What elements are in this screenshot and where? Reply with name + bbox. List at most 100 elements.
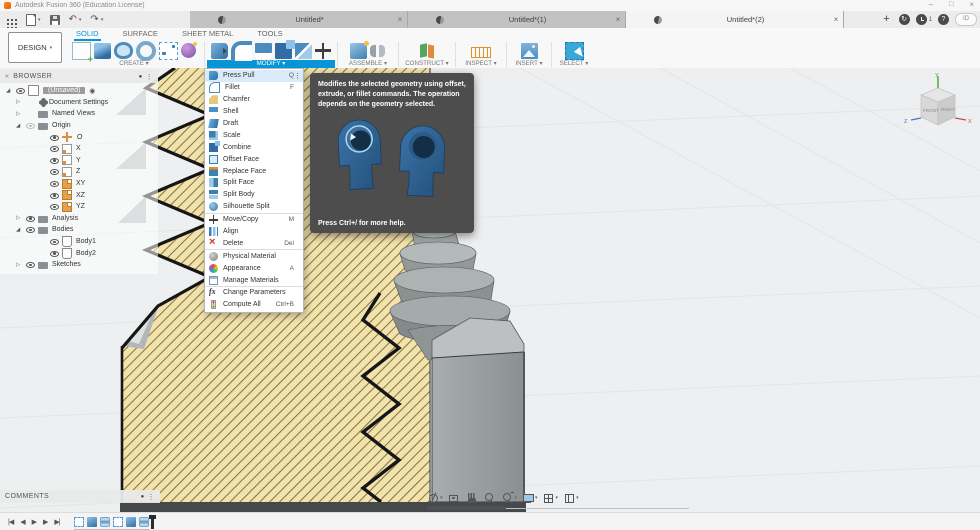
notifications-icon[interactable]	[915, 14, 927, 25]
menu-item[interactable]: Draft	[205, 118, 303, 130]
timeline-playback-button[interactable]: ▶	[43, 518, 48, 526]
timeline-playback-button[interactable]: ▶|	[54, 518, 60, 526]
tree-row[interactable]: Z	[0, 166, 158, 178]
environment-tab[interactable]: SURFACE	[121, 28, 160, 41]
modify-group-label[interactable]: MODIFY ▾	[207, 60, 335, 68]
close-button[interactable]: ×	[969, 0, 974, 11]
collapse-panel-icon[interactable]: «	[5, 73, 9, 80]
document-tab[interactable]: Untitled*(2) ×	[626, 11, 844, 28]
select-icon[interactable]	[564, 41, 584, 60]
save-button[interactable]	[49, 14, 60, 25]
tree-row[interactable]: ▷ Sketches	[0, 259, 158, 271]
panel-more-icon[interactable]: ⋮	[148, 493, 155, 501]
menu-item[interactable]: Physical Material	[205, 250, 303, 262]
design-workspace-button[interactable]: DESIGN ▾	[8, 32, 62, 63]
expander-icon[interactable]: ◢	[16, 123, 25, 129]
document-tab[interactable]: Untitled* ×	[190, 11, 408, 28]
construct-plane-icon[interactable]	[419, 43, 436, 59]
create-sketch-icon[interactable]	[72, 41, 93, 64]
visibility-eye-icon[interactable]	[49, 190, 60, 201]
visibility-eye-icon[interactable]	[25, 224, 36, 235]
timeline-feature-icon[interactable]	[99, 516, 110, 527]
shell-icon[interactable]	[254, 42, 272, 59]
viewcube[interactable]: Y FRONT RIGHT X Z	[902, 71, 974, 143]
file-menu-button[interactable]: ▾	[26, 13, 41, 26]
revolve-icon[interactable]	[114, 42, 133, 59]
app-grid-icon[interactable]	[7, 18, 9, 21]
new-tab-button[interactable]: +	[880, 12, 892, 27]
inspect-group-label[interactable]: INSPECT ▾	[465, 60, 497, 68]
create-group-label[interactable]: CREATE ▾	[119, 60, 148, 68]
tree-row[interactable]: ▷ Analysis	[0, 213, 158, 225]
create-form-icon[interactable]	[181, 42, 197, 58]
construct-group-label[interactable]: CONSTRUCT ▾	[405, 60, 449, 68]
visibility-eye-icon[interactable]	[49, 236, 60, 247]
expander-icon[interactable]: ▷	[16, 262, 25, 268]
tree-row[interactable]: ◢ Origin	[0, 120, 158, 132]
measure-icon[interactable]	[471, 46, 491, 58]
document-tab[interactable]: Untitled*(1) ×	[408, 11, 626, 28]
insert-image-icon[interactable]	[520, 42, 538, 59]
close-tab-icon[interactable]: ×	[829, 15, 843, 24]
navbar-tool[interactable]: ▾	[427, 492, 444, 504]
navbar-tool[interactable]: ▾	[522, 492, 539, 504]
visibility-eye-icon[interactable]	[49, 178, 60, 189]
tree-row[interactable]: YZ	[0, 201, 158, 213]
expander-icon[interactable]: ◢	[16, 227, 25, 233]
timeline-playback-button[interactable]: ▶	[32, 518, 37, 526]
tree-row[interactable]: Body1	[0, 236, 158, 248]
tree-row[interactable]: ◢ (Unsaved) ◉	[0, 85, 158, 97]
tree-row[interactable]: O	[0, 131, 158, 143]
visibility-eye-icon[interactable]	[25, 97, 36, 108]
menu-item[interactable]: Split Face	[205, 177, 303, 189]
menu-item[interactable]: Shell	[205, 106, 303, 118]
menu-item[interactable]: Change Parameters	[205, 287, 303, 299]
insert-group-label[interactable]: INSERT ▾	[515, 60, 542, 68]
help-icon[interactable]: ?	[938, 14, 949, 25]
joint-icon[interactable]	[369, 43, 387, 59]
timeline-feature-icon[interactable]	[138, 516, 149, 527]
undo-button[interactable]: ↶ ▾	[69, 14, 82, 25]
visibility-eye-icon[interactable]	[49, 166, 60, 177]
tree-row[interactable]: ◢ Bodies	[0, 224, 158, 236]
navbar-tool[interactable]: ▾	[543, 492, 560, 504]
visibility-eye-icon[interactable]	[25, 108, 36, 119]
visibility-eye-icon[interactable]	[49, 155, 60, 166]
tree-row[interactable]: XY	[0, 178, 158, 190]
close-tab-icon[interactable]: ×	[611, 15, 625, 24]
navbar-tool[interactable]	[466, 492, 480, 504]
press-pull-icon[interactable]	[210, 42, 228, 59]
menu-item[interactable]: Align	[205, 226, 303, 238]
redo-button[interactable]: ↷ ▾	[90, 14, 103, 25]
move-icon[interactable]	[314, 42, 332, 59]
expander-icon[interactable]: ▷	[16, 215, 25, 221]
assemble-group-label[interactable]: ASSEMBLE ▾	[349, 60, 387, 68]
spline-icon[interactable]	[159, 41, 178, 60]
menu-item[interactable]: Move/Copy M	[205, 214, 303, 226]
new-component-icon[interactable]	[349, 40, 369, 59]
menu-item[interactable]: Compute All Ctrl+B	[205, 299, 303, 311]
navbar-tool[interactable]: ▾	[563, 492, 580, 504]
visibility-eye-icon[interactable]	[25, 259, 36, 270]
visibility-eye-icon[interactable]	[49, 143, 60, 154]
environment-tab[interactable]: SHEET METAL	[180, 28, 235, 41]
visibility-eye-icon[interactable]	[49, 248, 60, 259]
fillet-icon[interactable]	[230, 40, 252, 61]
menu-item-more-icon[interactable]: ⋮	[294, 72, 301, 80]
menu-item[interactable]: Press Pull Q ⋮	[205, 70, 303, 82]
menu-item[interactable]: Chamfer	[205, 94, 303, 106]
sweep-icon[interactable]	[136, 40, 156, 61]
menu-item[interactable]: Appearance A	[205, 262, 303, 274]
timeline-marker[interactable]	[149, 515, 155, 529]
navbar-tool[interactable]	[448, 492, 462, 504]
visibility-eye-icon[interactable]	[25, 213, 36, 224]
timeline-feature-icon[interactable]	[125, 516, 136, 527]
3d-viewport[interactable]: « BROWSER ● ⋮ ◢ (Unsaved) ◉ ▷ Document S…	[0, 68, 980, 530]
close-tab-icon[interactable]: ×	[393, 15, 407, 24]
tree-row[interactable]: Y	[0, 155, 158, 167]
panel-dot-icon[interactable]: ●	[139, 74, 143, 80]
menu-item[interactable]: Combine	[205, 140, 303, 153]
maximize-button[interactable]: □	[949, 0, 953, 11]
timeline-playback-button[interactable]: |◀	[8, 518, 14, 526]
extrude-icon[interactable]	[94, 42, 111, 59]
